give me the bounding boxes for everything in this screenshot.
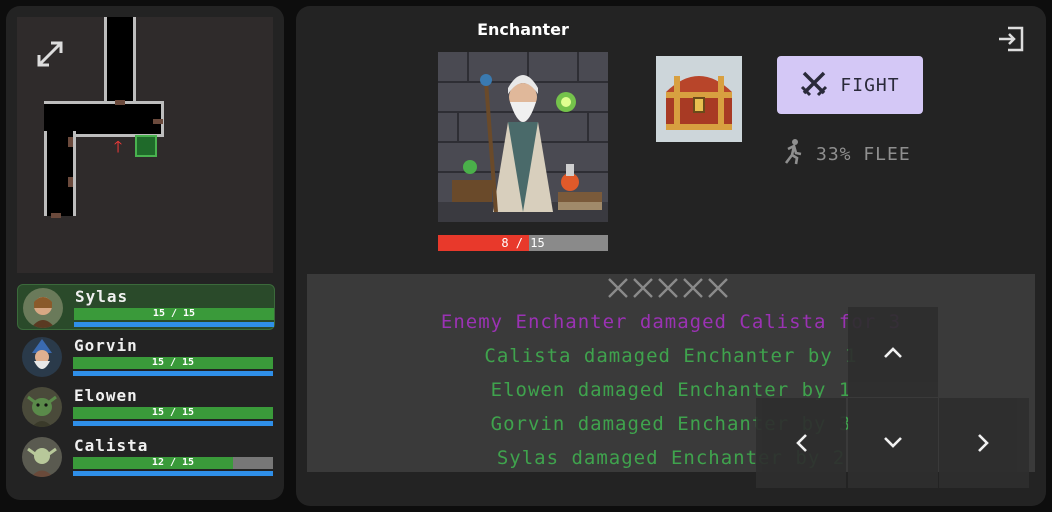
avatar-gnome-wizard [22,337,62,377]
chevron-down-icon [884,437,902,448]
hp-text: 12 / 15 [151,457,195,468]
corridor-vertical [104,17,136,107]
party-member-elowen[interactable]: Elowen 15 / 15 [17,384,273,428]
fight-button[interactable]: FIGHT [777,56,923,114]
chevron-left-icon [796,434,807,452]
enemy-hp-text: 8 / 15 [438,235,608,251]
combat-panel: Enchanter 8 / 15 FIGHT 33% FLEE Enemy En… [296,6,1046,506]
door [68,177,73,187]
avatar-elf-cleric [22,437,62,477]
enemy-portrait [438,52,608,222]
chevron-up-icon [884,347,902,358]
flee-button[interactable]: 33% FLEE [782,138,922,170]
party-member-name: Calista [74,436,149,455]
treasure-chest-icon[interactable] [656,56,742,142]
chevron-right-icon [978,434,989,452]
hp-bar: 12 / 15 [73,457,273,469]
door [68,137,73,147]
running-person-icon [782,138,804,170]
enemy-hp-current: 8 [501,236,509,250]
left-panel: 🡑 Sylas 15 / 15 Gorvin 15 / 15 Elowen 15… [6,6,284,500]
hp-text: 15 / 15 [152,308,196,319]
mana-bar [73,371,273,376]
door [153,119,163,124]
mana-bar [73,471,273,476]
party-member-name: Gorvin [74,336,138,355]
crossed-swords-icon [608,278,728,298]
dpad-left-button[interactable] [756,398,846,488]
party-member-gorvin[interactable]: Gorvin 15 / 15 [17,334,273,378]
expand-arrows-icon[interactable] [35,39,65,69]
avatar-lizardfolk [22,387,62,427]
party-member-sylas[interactable]: Sylas 15 / 15 [17,284,275,330]
fight-label: FIGHT [840,74,900,96]
door [115,100,125,105]
party-member-calista[interactable]: Calista 12 / 15 [17,434,273,478]
hp-bar: 15 / 15 [73,407,273,419]
hp-text: 15 / 15 [151,407,195,418]
flee-label: 33% FLEE [816,143,911,165]
dpad-right-button[interactable] [939,398,1029,488]
turn-indicator [307,276,1035,305]
hp-text: 15 / 15 [151,357,195,368]
dungeon-minimap: 🡑 [17,17,273,273]
door [51,213,61,218]
enemy-name: Enchanter [477,20,569,39]
hp-bar: 15 / 15 [74,308,274,320]
exit-door-icon[interactable] [996,24,1026,54]
avatar-elf-ranger [23,288,63,328]
hp-bar: 15 / 15 [73,357,273,369]
mana-bar [73,421,273,426]
dpad-up-button[interactable] [848,307,938,397]
enemy-hp-max: 15 [530,236,545,250]
dpad-down-button[interactable] [848,398,938,488]
mana-bar [74,322,274,327]
enemy-hp-bar: 8 / 15 [438,235,608,251]
party-member-name: Sylas [75,287,129,306]
red-arrow-up-icon: 🡑 [113,137,123,156]
green-square-icon [135,135,157,157]
crossed-swords-icon [800,69,828,102]
party-member-name: Elowen [74,386,138,405]
enemy-hp-separator: / [508,236,531,250]
